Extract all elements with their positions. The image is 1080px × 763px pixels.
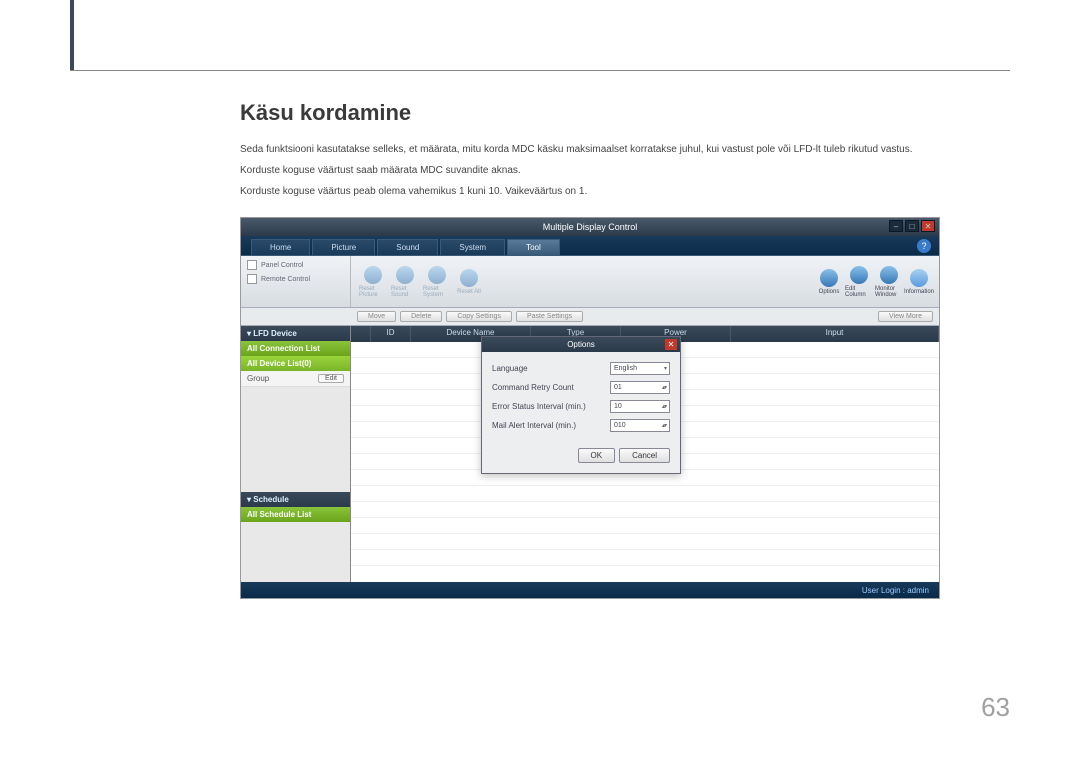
group-label: Group <box>247 374 269 383</box>
chevron-down-icon: ▾ <box>664 365 666 372</box>
lfd-device-header[interactable]: ▾ LFD Device <box>241 326 350 341</box>
cancel-button[interactable]: Cancel <box>619 448 670 463</box>
reset-system-icon[interactable]: Reset System <box>423 266 451 298</box>
language-select[interactable]: English▾ <box>610 362 670 375</box>
all-schedule-list[interactable]: All Schedule List <box>241 507 350 522</box>
error-interval-spinner[interactable]: 10▴▾ <box>610 400 670 413</box>
tab-tool[interactable]: Tool <box>507 239 560 255</box>
view-more-button[interactable]: View More <box>878 311 933 322</box>
spinner-icon: ▴▾ <box>662 422 666 429</box>
col-id: ID <box>371 326 411 342</box>
col-input: Input <box>731 326 939 342</box>
tab-sound[interactable]: Sound <box>377 239 438 255</box>
monitor-window-icon[interactable]: Monitor Window <box>875 266 903 298</box>
copy-settings-button[interactable]: Copy Settings <box>446 311 512 322</box>
main-tabs: Home Picture Sound System Tool ? <box>241 236 939 256</box>
side-margin-rule <box>70 0 74 70</box>
delete-button[interactable]: Delete <box>400 311 442 322</box>
spinner-icon: ▴▾ <box>662 384 666 391</box>
page-content: Käsu kordamine Seda funktsiooni kasutata… <box>240 100 1010 599</box>
tab-home[interactable]: Home <box>251 239 310 255</box>
move-button[interactable]: Move <box>357 311 396 322</box>
subtoolbar: Move Delete Copy Settings Paste Settings… <box>241 308 939 326</box>
reset-picture-icon[interactable]: Reset Picture <box>359 266 387 298</box>
minimize-button[interactable]: – <box>889 220 903 232</box>
app-titlebar: Multiple Display Control – □ ✕ <box>241 218 939 236</box>
toolbar: Panel Control Remote Control Reset Pictu… <box>241 256 939 308</box>
dialog-titlebar: Options ✕ <box>482 337 680 352</box>
reset-all-icon[interactable]: Reset All <box>455 269 483 295</box>
top-rule <box>70 70 1010 71</box>
dialog-close-icon[interactable]: ✕ <box>665 339 677 350</box>
user-login-status: User Login : admin <box>862 586 929 595</box>
spinner-icon: ▴▾ <box>662 403 666 410</box>
sidebar: ▾ LFD Device All Connection List All Dev… <box>241 326 351 582</box>
schedule-header[interactable]: ▾ Schedule <box>241 492 350 507</box>
options-dialog: Options ✕ Language English▾ Command Retr… <box>481 336 681 474</box>
window-buttons: – □ ✕ <box>889 220 935 232</box>
remote-control-label: Remote Control <box>261 276 310 283</box>
group-row: Group Edit <box>241 371 350 387</box>
page-title: Käsu kordamine <box>240 100 1010 126</box>
language-label: Language <box>492 364 528 373</box>
edit-button[interactable]: Edit <box>318 374 344 383</box>
retry-count-spinner[interactable]: 01▴▾ <box>610 381 670 394</box>
app-title: Multiple Display Control <box>543 222 638 232</box>
main-panel: ID Device Name Type Power Input Options … <box>351 326 939 582</box>
reset-tools: Reset Picture Reset Sound Reset System R… <box>351 256 815 307</box>
page-number: 63 <box>981 692 1010 723</box>
all-connection-list[interactable]: All Connection List <box>241 341 350 356</box>
dialog-body: Language English▾ Command Retry Count 01… <box>482 352 680 444</box>
checkbox-icon[interactable] <box>247 260 257 270</box>
mdc-app-screenshot: Multiple Display Control – □ ✕ Home Pict… <box>240 217 940 599</box>
dialog-buttons: OK Cancel <box>482 444 680 473</box>
reset-sound-icon[interactable]: Reset Sound <box>391 266 419 298</box>
mail-interval-spinner[interactable]: 010▴▾ <box>610 419 670 432</box>
panel-control-label: Panel Control <box>261 262 303 269</box>
options-icon[interactable]: Options <box>815 269 843 295</box>
paragraph: Seda funktsiooni kasutatakse selleks, et… <box>240 142 1010 157</box>
dialog-title: Options <box>567 340 595 349</box>
panel-control-box: Panel Control Remote Control <box>241 256 351 307</box>
edit-column-icon[interactable]: Edit Column <box>845 266 873 298</box>
help-icon[interactable]: ? <box>917 239 931 253</box>
app-body: ▾ LFD Device All Connection List All Dev… <box>241 326 939 582</box>
checkbox-icon[interactable] <box>247 274 257 284</box>
paragraph: Korduste koguse väärtust saab määrata MD… <box>240 163 1010 178</box>
status-bar: User Login : admin <box>241 582 939 598</box>
close-button[interactable]: ✕ <box>921 220 935 232</box>
right-tools: Options Edit Column Monitor Window Infor… <box>815 256 939 307</box>
ok-button[interactable]: OK <box>578 448 616 463</box>
maximize-button[interactable]: □ <box>905 220 919 232</box>
all-device-list[interactable]: All Device List(0) <box>241 356 350 371</box>
error-interval-label: Error Status Interval (min.) <box>492 402 586 411</box>
retry-count-label: Command Retry Count <box>492 383 574 392</box>
tab-picture[interactable]: Picture <box>312 239 375 255</box>
paste-settings-button[interactable]: Paste Settings <box>516 311 583 322</box>
tab-system[interactable]: System <box>440 239 505 255</box>
mail-interval-label: Mail Alert Interval (min.) <box>492 421 576 430</box>
information-icon[interactable]: Information <box>905 269 933 295</box>
paragraph: Korduste koguse väärtus peab olema vahem… <box>240 184 1010 199</box>
